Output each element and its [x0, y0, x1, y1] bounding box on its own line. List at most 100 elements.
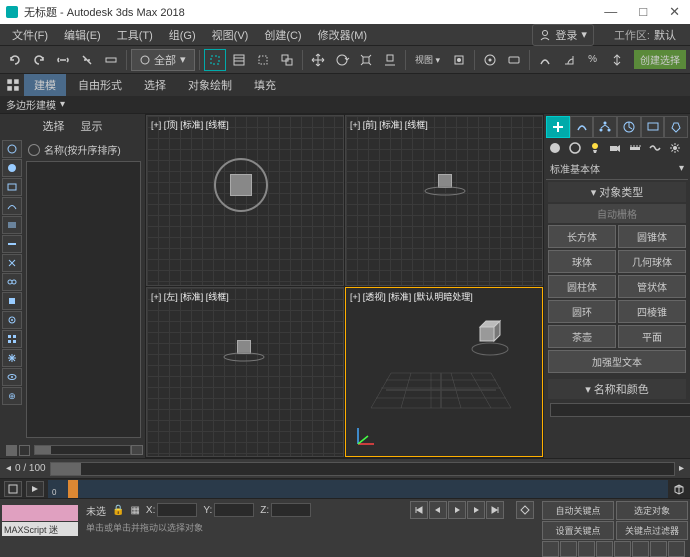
- select-object-button[interactable]: [204, 49, 226, 71]
- orbit-view-button[interactable]: [614, 541, 631, 557]
- scrollbar-thumb[interactable]: [35, 446, 51, 454]
- shapes-category-button[interactable]: [566, 140, 584, 156]
- goto-start-button[interactable]: [410, 501, 428, 519]
- angle-snap-button[interactable]: [558, 49, 580, 71]
- play-button[interactable]: [448, 501, 466, 519]
- zoom-extents-button[interactable]: [578, 541, 595, 557]
- isolate-icon[interactable]: ▦: [130, 505, 139, 516]
- time-slider-track[interactable]: [50, 462, 675, 476]
- zoom-all-button[interactable]: [668, 541, 685, 557]
- ribbon-tab-freeform[interactable]: 自由形式: [68, 74, 132, 96]
- ref-coord-button[interactable]: 视图 ▾: [410, 49, 446, 71]
- primitive-dropdown[interactable]: 标准基本体 ▾: [546, 158, 688, 180]
- pan-view-button[interactable]: [542, 541, 559, 557]
- window-crossing-button[interactable]: [276, 49, 298, 71]
- maxscript-macro-recorder[interactable]: [2, 505, 78, 521]
- scrub-left-button[interactable]: ◂: [6, 463, 11, 474]
- window-minimize-button[interactable]: —: [600, 4, 621, 20]
- filter-expand-icon[interactable]: ⊕: [2, 387, 22, 405]
- place-button[interactable]: [379, 49, 401, 71]
- filter-spacewarps-icon[interactable]: [2, 254, 22, 272]
- menu-view[interactable]: 视图(V): [204, 25, 257, 45]
- goto-end-button[interactable]: [486, 501, 504, 519]
- ribbon-tab-model[interactable]: 建模: [24, 74, 66, 96]
- filter-xrefs-icon[interactable]: [2, 292, 22, 310]
- viewport-top-label[interactable]: [+] [顶] [标准] [线框]: [151, 118, 229, 131]
- timeline-config-button[interactable]: [4, 481, 22, 497]
- menu-group[interactable]: 组(G): [161, 25, 204, 45]
- scroll-right-button[interactable]: [131, 445, 143, 455]
- snap-toggle-button[interactable]: [534, 49, 556, 71]
- viewcube-toggle-button[interactable]: [672, 482, 686, 496]
- timeline-current-frame-marker[interactable]: [68, 480, 78, 498]
- auto-key-button[interactable]: 自动关键点: [542, 501, 614, 520]
- filter-hidden-icon[interactable]: [2, 368, 22, 386]
- chevron-down-icon[interactable]: ▾: [60, 99, 65, 110]
- plane-button[interactable]: 平面: [618, 325, 686, 348]
- auto-grid-checkbox[interactable]: 自动栅格: [548, 204, 686, 223]
- move-button[interactable]: [307, 49, 329, 71]
- manipulate-button[interactable]: [479, 49, 501, 71]
- z-coordinate-input[interactable]: [271, 503, 311, 517]
- display-tab-button[interactable]: [641, 116, 665, 138]
- unlink-button[interactable]: [76, 49, 98, 71]
- ribbon-menu-icon[interactable]: [4, 76, 22, 94]
- scrub-right-button[interactable]: ▸: [679, 463, 684, 474]
- filter-helpers-icon[interactable]: [2, 235, 22, 253]
- viewport-top[interactable]: [+] [顶] [标准] [线框]: [146, 115, 344, 286]
- viewport-perspective-label[interactable]: [+] [透视] [标准] [默认明暗处理]: [350, 290, 473, 303]
- box-button[interactable]: 长方体: [548, 225, 616, 248]
- systems-category-button[interactable]: [666, 140, 684, 156]
- set-key-button[interactable]: 设置关键点: [542, 521, 614, 540]
- sphere-button[interactable]: 球体: [548, 250, 616, 273]
- scene-objects-list[interactable]: [26, 161, 141, 438]
- filter-all-icon[interactable]: [2, 140, 22, 158]
- ribbon-tab-fill[interactable]: 填充: [244, 74, 286, 96]
- helpers-category-button[interactable]: [626, 140, 644, 156]
- filter-containers-icon[interactable]: [2, 330, 22, 348]
- login-button[interactable]: 登录 ▾: [532, 24, 594, 46]
- prev-frame-button[interactable]: [429, 501, 447, 519]
- select-region-button[interactable]: [252, 49, 274, 71]
- object-name-input[interactable]: [550, 403, 690, 417]
- filter-cameras-icon[interactable]: [2, 216, 22, 234]
- timeline-track[interactable]: 0: [48, 480, 668, 498]
- object-type-rollout-header[interactable]: ▾ 对象类型: [548, 182, 686, 202]
- y-coordinate-input[interactable]: [214, 503, 254, 517]
- modify-tab-button[interactable]: [570, 116, 594, 138]
- undo-button[interactable]: [4, 49, 26, 71]
- spacewarps-category-button[interactable]: [646, 140, 664, 156]
- filter-shapes-icon[interactable]: [2, 178, 22, 196]
- ribbon-tab-objpaint[interactable]: 对象绘制: [178, 74, 242, 96]
- filter-frozen-icon[interactable]: [2, 349, 22, 367]
- maximize-viewport-button[interactable]: [632, 541, 649, 557]
- viewport-left[interactable]: [+] [左] [标准] [线框]: [146, 287, 344, 458]
- layout-option-button[interactable]: [19, 445, 30, 456]
- viewport-front-label[interactable]: [+] [前] [标准] [线框]: [350, 118, 428, 131]
- window-close-button[interactable]: ✕: [665, 4, 684, 20]
- torus-button[interactable]: 圆环: [548, 300, 616, 323]
- textplus-button[interactable]: 加强型文本: [548, 350, 686, 373]
- scale-button[interactable]: [355, 49, 377, 71]
- menu-create[interactable]: 创建(C): [256, 25, 309, 45]
- filter-bone-icon[interactable]: [2, 311, 22, 329]
- lights-category-button[interactable]: [586, 140, 604, 156]
- rotate-button[interactable]: [331, 49, 353, 71]
- name-column-header[interactable]: 名称(按升序排序): [44, 142, 121, 157]
- create-selection-set-button[interactable]: 创建选择: [634, 50, 686, 69]
- ribbon-tab-select[interactable]: 选择: [134, 74, 176, 96]
- scene-explorer-scrollbar[interactable]: [34, 445, 131, 455]
- zoom-view-button[interactable]: [560, 541, 577, 557]
- pyramid-button[interactable]: 四棱锥: [618, 300, 686, 323]
- timeline-play-button[interactable]: [26, 481, 44, 497]
- viewport-left-label[interactable]: [+] [左] [标准] [线框]: [151, 290, 229, 303]
- scene-explorer-tab-select[interactable]: 选择: [43, 118, 65, 134]
- hierarchy-tab-button[interactable]: [593, 116, 617, 138]
- utilities-tab-button[interactable]: [664, 116, 688, 138]
- zoom-region-button[interactable]: [650, 541, 667, 557]
- menu-modifier[interactable]: 修改器(M): [310, 25, 376, 45]
- maxscript-listener[interactable]: MAXScript 迷: [2, 522, 78, 536]
- spinner-snap-button[interactable]: [606, 49, 628, 71]
- key-marker-button[interactable]: [516, 501, 534, 519]
- lock-selection-icon[interactable]: 🔒: [112, 505, 124, 516]
